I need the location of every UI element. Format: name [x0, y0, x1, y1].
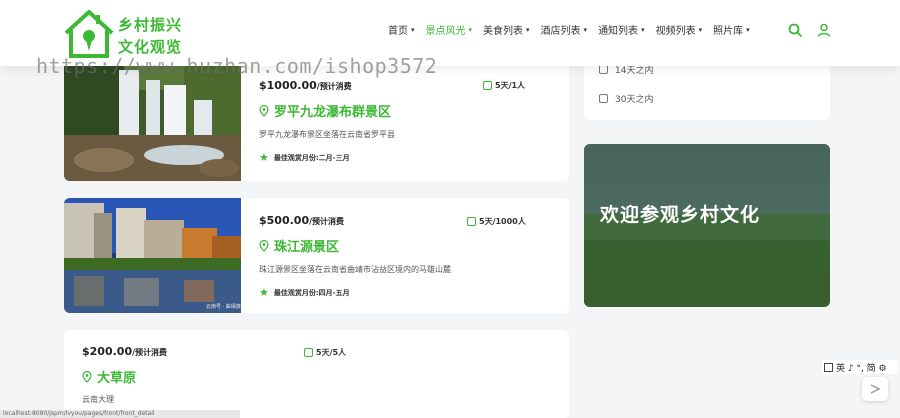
nav-label: 视频列表 — [655, 26, 696, 37]
search-icon[interactable] — [787, 22, 803, 38]
nav-label: 照片库 — [713, 26, 744, 37]
logo-line-1: 乡村振兴 — [118, 16, 183, 34]
chevron-down-icon: ▾ — [583, 25, 588, 34]
scenic-title[interactable]: 大草原 — [82, 367, 136, 386]
watermark-text: https://www.huzhan.com/ishop3572 — [36, 54, 438, 78]
location-pin-icon — [259, 239, 269, 252]
scenic-desc: 云南大理 — [82, 395, 114, 404]
scenic-title-text: 大草原 — [97, 371, 137, 386]
logo-title[interactable]: 乡村振兴 文化观览 — [118, 14, 182, 58]
scenic-title-text: 珠江源景区 — [274, 240, 340, 255]
chevron-down-icon: ▾ — [698, 25, 703, 34]
nav-label: 通知列表 — [598, 26, 639, 37]
nav-item-photos[interactable]: 照片库 ▾ — [713, 22, 750, 38]
arrow-icon — [870, 384, 881, 394]
chevron-down-icon: ▾ — [468, 25, 473, 34]
nav-item-scenic[interactable]: 景点风光 ▾ — [425, 22, 473, 38]
main-nav: 首页 ▾ 景点风光 ▾ 美食列表 ▾ 酒店列表 ▾ 通知列表 ▾ 视频列表 ▾ 照片库 ▾ — [388, 22, 761, 38]
price-note: /预计消费 — [309, 217, 345, 226]
duration: 5天/1000人 — [467, 216, 526, 227]
best-season-text: 最佳观赏月份:四月-五月 — [273, 288, 350, 297]
duration-value: 5天/1人 — [495, 81, 526, 90]
river-photo[interactable] — [64, 198, 241, 313]
price: $1000.00/预计消费 — [259, 79, 352, 92]
chevron-down-icon: ▾ — [411, 25, 415, 34]
ime-label: 英 ♪ °, 简 ⚙ — [836, 363, 887, 374]
nav-item-videos[interactable]: 视频列表 ▾ — [655, 22, 703, 38]
price-value: $1000.00 — [259, 79, 317, 92]
price: $500.00/预计消费 — [259, 214, 344, 227]
scenic-title[interactable]: 珠江源景区 — [259, 236, 339, 255]
user-icon[interactable] — [816, 22, 832, 38]
nav-label: 景点风光 — [425, 26, 466, 37]
star-icon: ★ — [259, 151, 269, 164]
calendar-icon — [467, 217, 476, 226]
chevron-down-icon: ▾ — [746, 25, 750, 34]
nav-label: 美食列表 — [483, 26, 524, 37]
price-value: $500.00 — [259, 214, 310, 227]
calendar-icon — [304, 348, 313, 357]
status-bar-url: localhost:8080/jspm/lvyou/pages/front/fr… — [0, 410, 240, 418]
duration: 5天/1人 — [483, 80, 525, 91]
duration-value: 5天/1000人 — [479, 217, 526, 226]
chevron-down-icon: ▾ — [641, 25, 645, 34]
nav-item-hotels[interactable]: 酒店列表 ▾ — [540, 22, 588, 38]
filter-label: 30天之内 — [615, 95, 654, 105]
price-note: /预计消费 — [316, 82, 352, 91]
duration: 5天/5人 — [304, 347, 346, 358]
photo-caption: 云南号 · 曲靖旅 — [206, 304, 241, 310]
scenic-title[interactable]: 罗平九龙瀑布群景区 — [259, 101, 391, 120]
location-pin-icon — [259, 104, 269, 117]
best-season-text: 最佳观赏月份:二月-三月 — [273, 153, 350, 162]
checkbox[interactable] — [599, 94, 608, 103]
scenic-card[interactable]: $200.00/预计消费 5天/5人 大草原 云南大理 — [64, 330, 569, 418]
nav-item-home[interactable]: 首页 ▾ — [388, 22, 415, 38]
banner-title: 欢迎参观乡村文化 — [600, 204, 761, 226]
best-season: ★ 最佳观赏月份:四月-五月 — [259, 286, 350, 299]
price-value: $200.00 — [82, 345, 133, 358]
star-icon: ★ — [259, 286, 269, 299]
scenic-desc: 罗平九龙瀑布景区坐落在云南省罗平县 — [259, 130, 395, 139]
nav-label: 首页 — [388, 26, 408, 37]
price: $200.00/预计消费 — [82, 345, 167, 358]
scroll-to-top-button[interactable] — [862, 377, 888, 401]
scenic-desc: 珠江源景区坐落在云南省曲靖市沾益区境内的马雄山麓 — [259, 265, 451, 274]
location-pin-icon — [82, 370, 92, 383]
chevron-down-icon: ▾ — [526, 25, 530, 34]
ime-grid-icon — [824, 362, 833, 372]
best-season: ★ 最佳观赏月份:二月-三月 — [259, 151, 350, 164]
price-note: /预计消费 — [132, 348, 168, 357]
checkbox[interactable] — [599, 65, 608, 74]
calendar-icon — [483, 81, 492, 90]
welcome-banner[interactable]: 欢迎参观乡村文化 — [584, 144, 830, 307]
duration-value: 5天/5人 — [316, 348, 347, 357]
nav-item-food[interactable]: 美食列表 ▾ — [483, 22, 530, 38]
nav-item-notices[interactable]: 通知列表 ▾ — [598, 22, 645, 38]
filter-option-30days[interactable]: 30天之内 — [599, 92, 653, 105]
scenic-card[interactable]: 云南号 · 曲靖旅 $500.00/预计消费 5天/1000人 珠江源景区 珠江… — [64, 198, 569, 313]
scenic-title-text: 罗平九龙瀑布群景区 — [274, 105, 392, 120]
nav-label: 酒店列表 — [540, 26, 581, 37]
ime-toolbar[interactable]: 英 ♪ °, 简 ⚙ — [822, 360, 898, 374]
